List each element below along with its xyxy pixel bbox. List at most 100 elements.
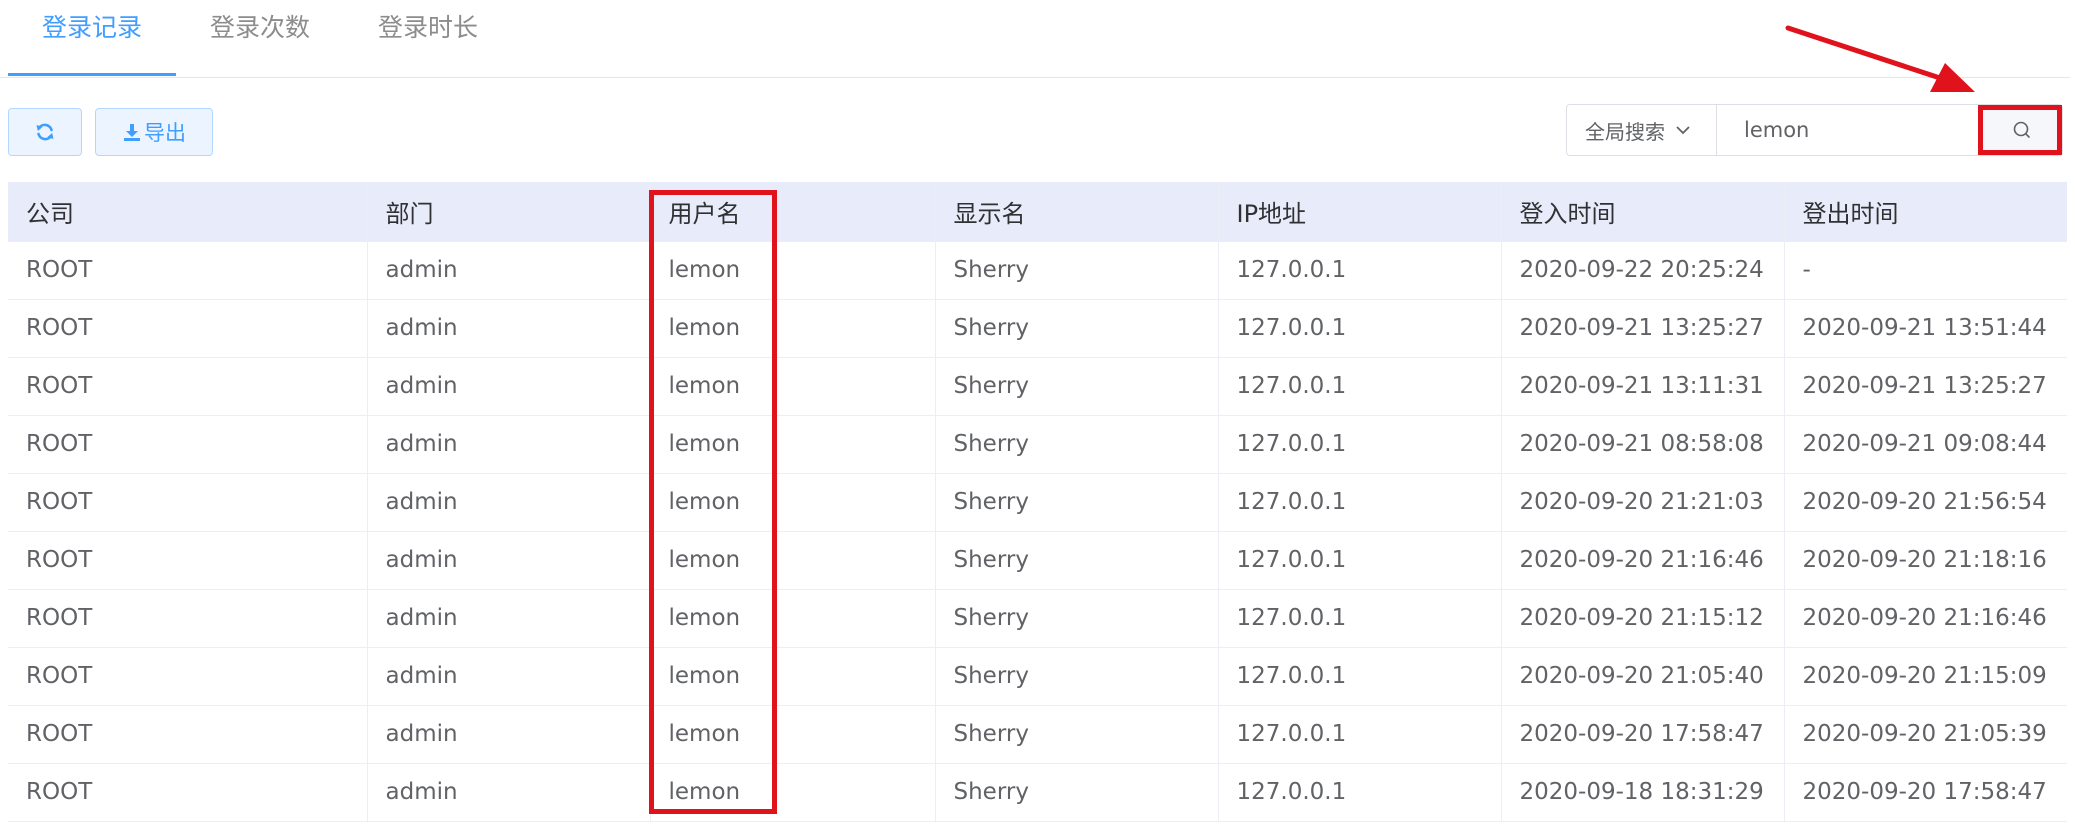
cell-display-name: Sherry — [935, 705, 1219, 764]
cell-department: admin — [367, 705, 651, 764]
cell-logout-time: 2020-09-20 21:16:46 — [1784, 589, 2067, 648]
cell-department: admin — [367, 531, 651, 590]
download-icon — [122, 122, 142, 142]
table-row[interactable]: ROOT admin lemon Sherry 127.0.0.1 2020-09-21 … — [8, 415, 2067, 474]
cell-company: ROOT — [8, 647, 368, 706]
cell-login-time: 2020-09-22 20:25:24 — [1501, 241, 1785, 300]
cell-company: ROOT — [8, 241, 368, 300]
cell-company: ROOT — [8, 473, 368, 532]
cell-department: admin — [367, 357, 651, 416]
cell-logout-time: 2020-09-20 21:18:16 — [1784, 531, 2067, 590]
cell-logout-time: 2020-09-20 17:58:47 — [1784, 763, 2067, 822]
cell-username: lemon — [650, 473, 936, 532]
cell-ip-address: 127.0.0.1 — [1218, 473, 1502, 532]
cell-ip-address: 127.0.0.1 — [1218, 531, 1502, 590]
tab-login-records[interactable]: 登录记录 — [42, 8, 142, 44]
table-row[interactable]: ROOT admin lemon Sherry 127.0.0.1 2020-09-20 … — [8, 473, 2067, 532]
cell-username: lemon — [650, 763, 936, 822]
search-scope-select[interactable]: 全局搜索 — [1567, 105, 1717, 155]
cell-ip-address: 127.0.0.1 — [1218, 241, 1502, 300]
column-header-company[interactable]: 公司 — [8, 182, 368, 242]
cell-display-name: Sherry — [935, 473, 1219, 532]
cell-department: admin — [367, 473, 651, 532]
cell-company: ROOT — [8, 763, 368, 822]
cell-logout-time: 2020-09-21 13:51:44 — [1784, 299, 2067, 358]
table-row[interactable]: ROOT admin lemon Sherry 127.0.0.1 2020-09-18 … — [8, 763, 2067, 822]
cell-display-name: Sherry — [935, 589, 1219, 648]
cell-ip-address: 127.0.0.1 — [1218, 763, 1502, 822]
cell-username: lemon — [650, 415, 936, 474]
cell-logout-time: - — [1784, 241, 2067, 300]
cell-company: ROOT — [8, 705, 368, 764]
cell-department: admin — [367, 589, 651, 648]
cell-login-time: 2020-09-20 21:05:40 — [1501, 647, 1785, 706]
cell-company: ROOT — [8, 589, 368, 648]
cell-display-name: Sherry — [935, 763, 1219, 822]
cell-department: admin — [367, 299, 651, 358]
cell-username: lemon — [650, 647, 936, 706]
column-header-logout-time[interactable]: 登出时间 — [1784, 182, 2067, 242]
cell-display-name: Sherry — [935, 357, 1219, 416]
search-bar: 全局搜索 — [1566, 104, 2063, 156]
cell-ip-address: 127.0.0.1 — [1218, 415, 1502, 474]
cell-logout-time: 2020-09-21 09:08:44 — [1784, 415, 2067, 474]
table-row[interactable]: ROOT admin lemon Sherry 127.0.0.1 2020-09-20 … — [8, 589, 2067, 648]
table-row[interactable]: ROOT admin lemon Sherry 127.0.0.1 2020-09-22 … — [8, 241, 2067, 300]
cell-logout-time: 2020-09-20 21:05:39 — [1784, 705, 2067, 764]
column-header-display-name[interactable]: 显示名 — [935, 182, 1219, 242]
cell-ip-address: 127.0.0.1 — [1218, 705, 1502, 764]
table-header-row: 公司 部门 用户名 显示名 IP地址 登入时间 登出时间 — [8, 182, 2067, 242]
cell-display-name: Sherry — [935, 299, 1219, 358]
cell-department: admin — [367, 763, 651, 822]
table-body: ROOT admin lemon Sherry 127.0.0.1 2020-09-22 … — [8, 241, 2067, 822]
tab-login-count[interactable]: 登录次数 — [210, 8, 310, 44]
cell-login-time: 2020-09-20 21:21:03 — [1501, 473, 1785, 532]
cell-company: ROOT — [8, 299, 368, 358]
cell-login-time: 2020-09-20 17:58:47 — [1501, 705, 1785, 764]
cell-ip-address: 127.0.0.1 — [1218, 299, 1502, 358]
cell-login-time: 2020-09-18 18:31:29 — [1501, 763, 1785, 822]
table-row[interactable]: ROOT admin lemon Sherry 127.0.0.1 2020-09-21 … — [8, 299, 2067, 358]
table-row[interactable]: ROOT admin lemon Sherry 127.0.0.1 2020-09-21 … — [8, 357, 2067, 416]
export-label: 导出 — [144, 121, 186, 145]
search-scope-label: 全局搜索 — [1585, 119, 1665, 144]
cell-username: lemon — [650, 241, 936, 300]
cell-username: lemon — [650, 531, 936, 590]
table-row[interactable]: ROOT admin lemon Sherry 127.0.0.1 2020-09-20 … — [8, 531, 2067, 590]
tab-login-duration[interactable]: 登录时长 — [378, 8, 478, 44]
table-row[interactable]: ROOT admin lemon Sherry 127.0.0.1 2020-09-20 … — [8, 705, 2067, 764]
cell-ip-address: 127.0.0.1 — [1218, 647, 1502, 706]
cell-logout-time: 2020-09-20 21:56:54 — [1784, 473, 2067, 532]
column-header-department[interactable]: 部门 — [367, 182, 651, 242]
search-input[interactable] — [1718, 105, 1980, 155]
cell-company: ROOT — [8, 531, 368, 590]
refresh-icon — [35, 122, 55, 142]
cell-department: admin — [367, 647, 651, 706]
cell-login-time: 2020-09-21 13:11:31 — [1501, 357, 1785, 416]
login-records-page: 登录记录 登录次数 登录时长 导出 全局搜索 lemon 公司 部门 用户名 显… — [0, 0, 2075, 830]
table-row[interactable]: ROOT admin lemon Sherry 127.0.0.1 2020-09-20 … — [8, 647, 2067, 706]
cell-username: lemon — [650, 705, 936, 764]
column-header-username[interactable]: 用户名 — [650, 182, 936, 242]
refresh-button[interactable] — [8, 108, 82, 156]
cell-display-name: Sherry — [935, 241, 1219, 300]
cell-department: admin — [367, 241, 651, 300]
cell-logout-time: 2020-09-21 13:25:27 — [1784, 357, 2067, 416]
export-button[interactable]: 导出 — [95, 108, 213, 156]
cell-logout-time: 2020-09-20 21:15:09 — [1784, 647, 2067, 706]
cell-login-time: 2020-09-20 21:15:12 — [1501, 589, 1785, 648]
login-records-table: 公司 部门 用户名 显示名 IP地址 登入时间 登出时间 ROOT admin le… — [8, 182, 2067, 822]
cell-login-time: 2020-09-21 13:25:27 — [1501, 299, 1785, 358]
search-icon — [2011, 119, 2033, 141]
cell-username: lemon — [650, 357, 936, 416]
cell-ip-address: 127.0.0.1 — [1218, 357, 1502, 416]
cell-login-time: 2020-09-20 21:16:46 — [1501, 531, 1785, 590]
cell-department: admin — [367, 415, 651, 474]
column-header-login-time[interactable]: 登入时间 — [1501, 182, 1785, 242]
search-button[interactable] — [1981, 105, 2062, 155]
column-header-ip-address[interactable]: IP地址 — [1218, 182, 1502, 242]
tab-bar: 登录记录 登录次数 登录时长 — [0, 0, 2070, 78]
cell-login-time: 2020-09-21 08:58:08 — [1501, 415, 1785, 474]
cell-username: lemon — [650, 589, 936, 648]
cell-ip-address: 127.0.0.1 — [1218, 589, 1502, 648]
